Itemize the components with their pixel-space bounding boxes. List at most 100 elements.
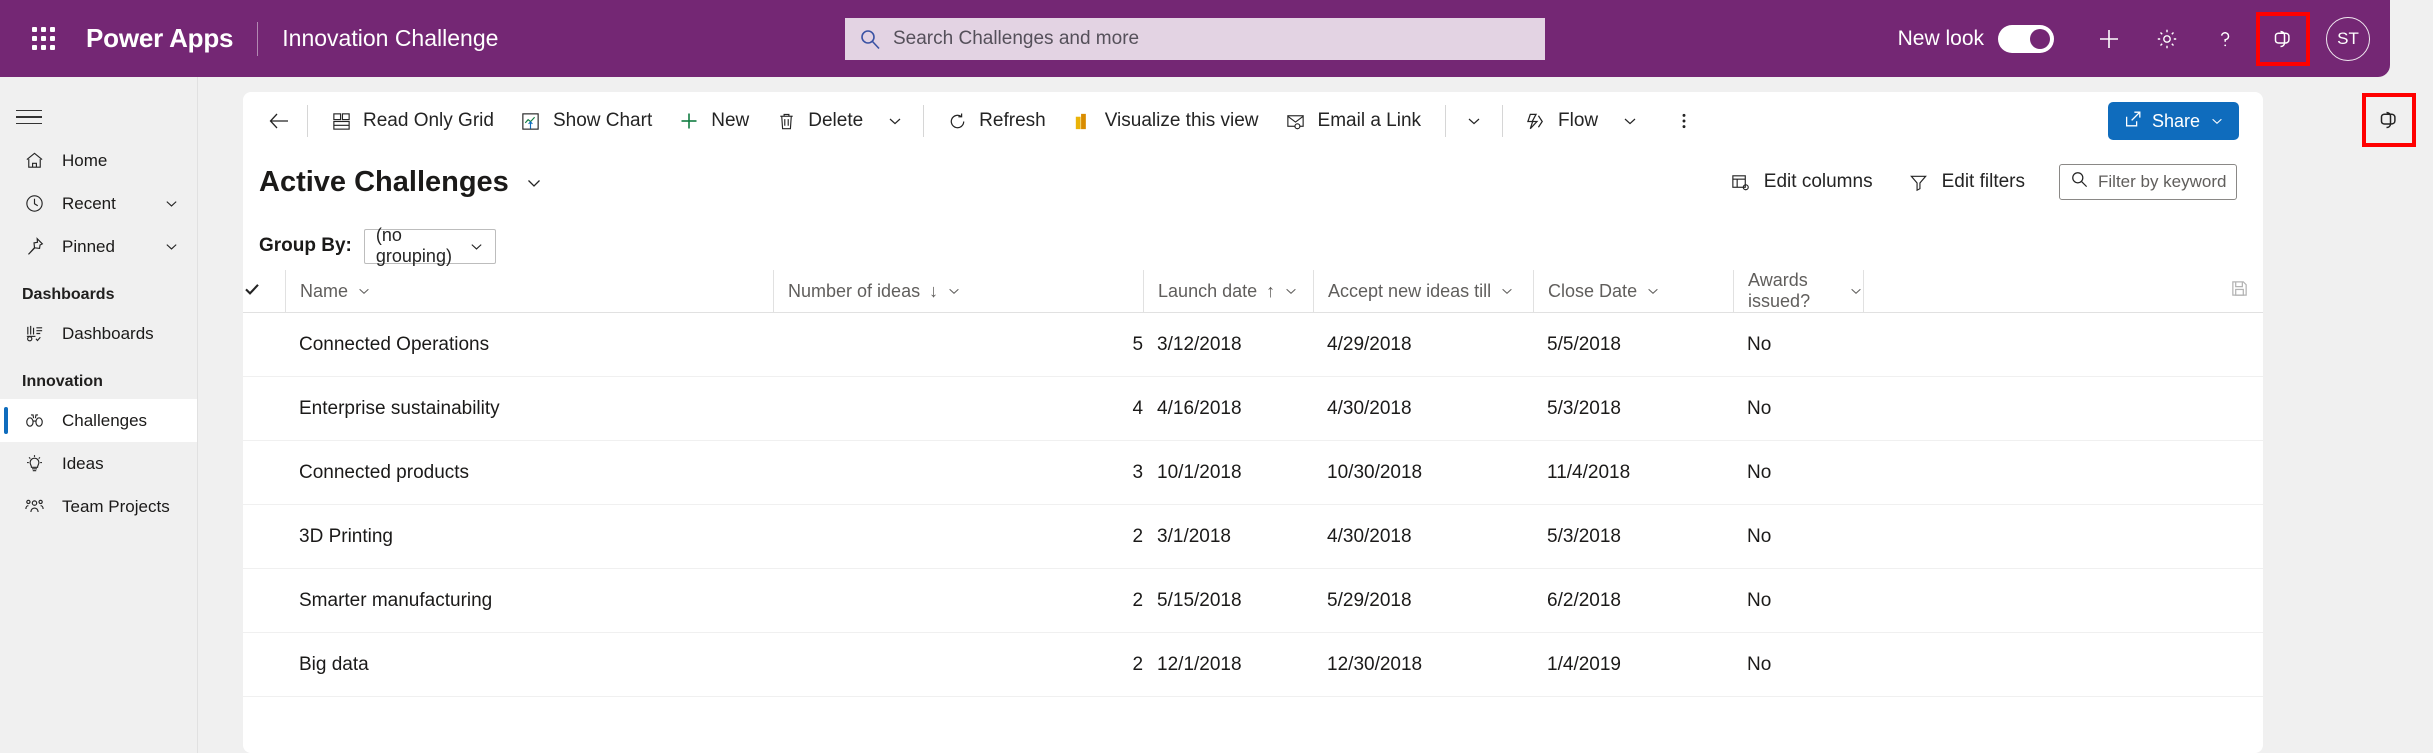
chevron-down-icon[interactable] <box>525 174 543 192</box>
delete-overflow-chevron-icon[interactable] <box>877 100 913 142</box>
row-checkbox[interactable] <box>243 568 285 633</box>
table-row[interactable]: Enterprise sustainability 4 4/16/2018 4/… <box>243 376 2263 441</box>
flow-chevron-icon[interactable] <box>1612 100 1648 142</box>
column-header-accept-new-ideas-till[interactable]: Accept new ideas till <box>1313 270 1534 313</box>
new-look-toggle[interactable] <box>1998 24 2054 53</box>
cell-name[interactable]: 3D Printing <box>285 504 774 569</box>
column-header-close-date[interactable]: Close Date <box>1533 270 1734 313</box>
sidebar-item-home[interactable]: Home <box>0 139 197 182</box>
group-by-row: Group By: (no grouping) <box>243 222 2263 270</box>
cell-spacer <box>1863 632 2263 697</box>
row-checkbox[interactable] <box>243 376 285 441</box>
row-checkbox[interactable] <box>243 504 285 569</box>
back-arrow-icon[interactable] <box>261 100 297 142</box>
column-header-launch-date[interactable]: Launch date ↑ <box>1143 270 1314 313</box>
cell-number-of-ideas: 4 <box>773 376 1144 441</box>
sidebar-item-recent[interactable]: Recent <box>0 182 197 225</box>
cell-close-date: 5/3/2018 <box>1533 376 1734 441</box>
table-body: Connected Operations 5 3/12/2018 4/29/20… <box>243 312 2263 697</box>
table-row[interactable]: Big data 2 12/1/2018 12/30/2018 1/4/2019… <box>243 632 2263 697</box>
brand-title[interactable]: Power Apps <box>86 23 233 54</box>
app-name[interactable]: Innovation Challenge <box>282 25 498 52</box>
filter-by-keyword-box[interactable] <box>2059 164 2237 200</box>
group-by-select[interactable]: (no grouping) <box>363 225 496 266</box>
challenges-table: Name Number of ideas ↓ Launch date ↑ Acc… <box>243 270 2263 697</box>
table-row[interactable]: Smarter manufacturing 2 5/15/2018 5/29/2… <box>243 568 2263 633</box>
flow-button[interactable]: Flow <box>1513 100 1609 142</box>
new-look-label: New look <box>1897 26 1984 50</box>
row-checkbox[interactable] <box>243 632 285 697</box>
cell-name[interactable]: Big data <box>285 632 774 697</box>
search-input[interactable] <box>893 28 1531 50</box>
app-launcher-icon[interactable] <box>22 18 64 60</box>
cell-name[interactable]: Enterprise sustainability <box>285 376 774 441</box>
row-checkbox[interactable] <box>243 312 285 377</box>
visualize-this-view-button[interactable]: Visualize this view <box>1060 100 1270 142</box>
refresh-button[interactable]: Refresh <box>934 100 1057 142</box>
copilot-icon[interactable] <box>2256 11 2310 66</box>
cell-close-date: 1/4/2019 <box>1533 632 1734 697</box>
chevron-down-icon[interactable] <box>357 284 371 298</box>
column-header-spacer <box>1863 270 2263 313</box>
email-a-link-button[interactable]: Email a Link <box>1273 100 1433 142</box>
cell-name[interactable]: Connected Operations <box>285 312 774 377</box>
cell-accept-new-ideas-till: 5/29/2018 <box>1313 568 1534 633</box>
chevron-down-icon[interactable] <box>164 239 179 254</box>
chevron-down-icon[interactable] <box>1849 284 1863 298</box>
cell-awards-issued: No <box>1733 440 1864 505</box>
view-selector[interactable]: Active Challenges <box>259 166 543 199</box>
gear-icon[interactable] <box>2142 14 2192 64</box>
row-checkbox[interactable] <box>243 440 285 505</box>
column-label: Awards issued? <box>1748 270 1811 311</box>
cell-name[interactable]: Smarter manufacturing <box>285 568 774 633</box>
copilot-icon[interactable] <box>2362 93 2416 147</box>
avatar[interactable]: ST <box>2326 16 2370 61</box>
chevron-down-icon[interactable] <box>1284 284 1298 298</box>
table-row[interactable]: Connected Operations 5 3/12/2018 4/29/20… <box>243 312 2263 377</box>
edit-columns-button[interactable]: Edit columns <box>1729 170 1873 194</box>
cell-awards-issued: No <box>1733 376 1864 441</box>
cell-number-of-ideas: 2 <box>773 632 1144 697</box>
email-overflow-chevron-icon[interactable] <box>1456 100 1492 142</box>
sidebar-item-label: Recent <box>62 193 116 213</box>
share-button[interactable]: Share <box>2107 102 2239 140</box>
cell-launch-date: 5/15/2018 <box>1143 568 1314 633</box>
sidebar-item-dashboards[interactable]: Dashboards <box>0 312 197 355</box>
table-row[interactable]: 3D Printing 2 3/1/2018 4/30/2018 5/3/201… <box>243 504 2263 569</box>
column-header-number-of-ideas[interactable]: Number of ideas ↓ <box>773 270 1144 313</box>
sidebar-item-team-projects[interactable]: Team Projects <box>0 485 197 528</box>
filter-by-keyword-input[interactable] <box>2098 172 2226 192</box>
sidebar-item-label: Team Projects <box>62 496 170 516</box>
column-header-name[interactable]: Name <box>285 270 774 313</box>
cell-launch-date: 3/12/2018 <box>1143 312 1314 377</box>
more-vertical-icon[interactable] <box>1666 100 1702 142</box>
sidebar-item-ideas[interactable]: Ideas <box>0 442 197 485</box>
sidebar-item-challenges[interactable]: Challenges <box>0 399 197 442</box>
hamburger-menu-icon[interactable] <box>16 95 60 139</box>
delete-button[interactable]: Delete <box>763 100 874 142</box>
cell-name[interactable]: Connected products <box>285 440 774 505</box>
table-row[interactable]: Connected products 3 10/1/2018 10/30/201… <box>243 440 2263 505</box>
sidebar-item-pinned[interactable]: Pinned <box>0 225 197 268</box>
chevron-down-icon[interactable] <box>947 284 961 298</box>
group-by-value: (no grouping) <box>375 225 452 266</box>
chevron-down-icon[interactable] <box>1500 284 1514 298</box>
column-header-awards-issued[interactable]: Awards issued? <box>1733 270 1864 313</box>
select-all-checkbox[interactable] <box>243 270 285 313</box>
command-label: Email a Link <box>1317 110 1422 131</box>
global-search[interactable] <box>845 18 1545 60</box>
show-chart-button[interactable]: Show Chart <box>508 100 663 142</box>
read-only-grid-button[interactable]: Read Only Grid <box>318 100 505 142</box>
new-button[interactable]: New <box>666 100 760 142</box>
share-label: Share <box>2151 110 2200 131</box>
chevron-down-icon[interactable] <box>1646 284 1660 298</box>
chevron-down-icon[interactable] <box>164 196 179 211</box>
chevron-down-icon[interactable] <box>2210 114 2224 128</box>
cell-spacer <box>1863 568 2263 633</box>
edit-filters-button[interactable]: Edit filters <box>1907 170 2025 194</box>
plus-icon[interactable] <box>2084 14 2134 64</box>
save-icon[interactable] <box>2230 279 2249 303</box>
clock-icon <box>22 192 46 216</box>
cell-accept-new-ideas-till: 4/29/2018 <box>1313 312 1534 377</box>
help-icon[interactable] <box>2200 14 2250 64</box>
